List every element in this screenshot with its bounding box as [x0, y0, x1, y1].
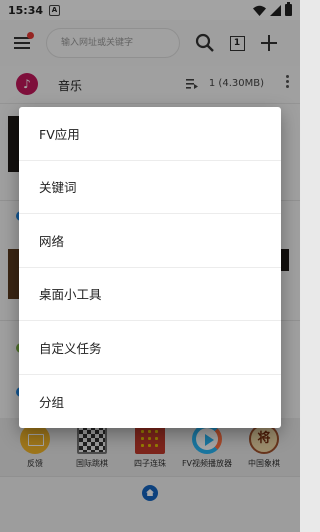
menu-item-keywords[interactable]: 关键词	[19, 161, 281, 214]
menu-item-network[interactable]: 网络	[19, 214, 281, 268]
menu-item-group[interactable]: 分组	[19, 375, 281, 429]
menu-item-widgets[interactable]: 桌面小工具	[19, 268, 281, 321]
menu-item-fv-apps[interactable]: FV应用	[19, 107, 281, 161]
popup-menu: FV应用 关键词 网络 桌面小工具 自定义任务 分组	[19, 107, 281, 428]
menu-item-custom-task[interactable]: 自定义任务	[19, 321, 281, 375]
